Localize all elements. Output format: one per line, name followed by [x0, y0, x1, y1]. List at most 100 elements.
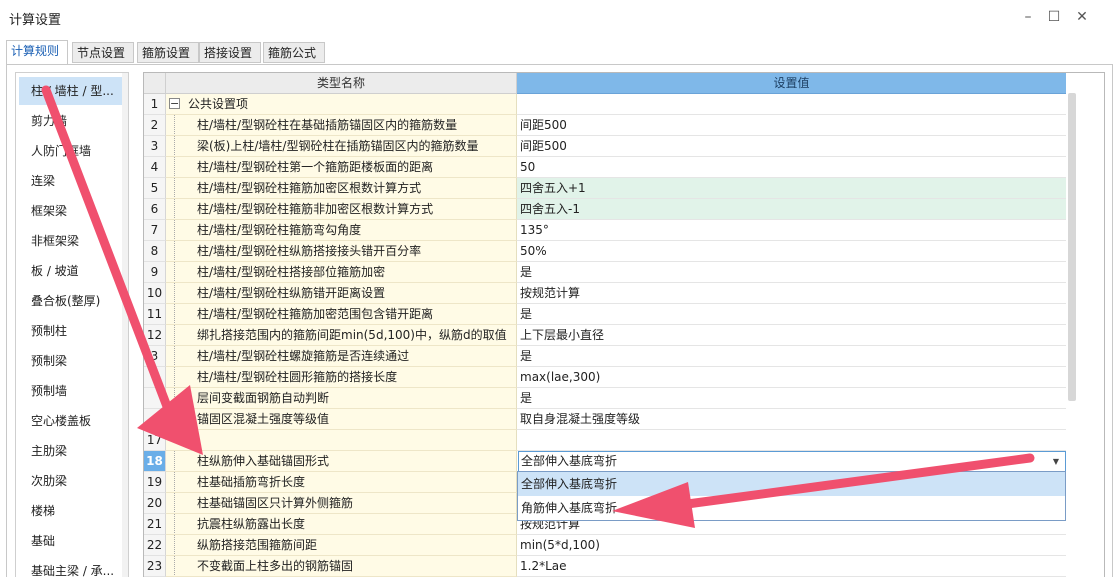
- nav-item-column[interactable]: 柱 / 墙柱 / 型...: [19, 77, 125, 105]
- row-value[interactable]: 是: [517, 388, 1066, 409]
- table-row[interactable]: 5 柱/墙柱/型钢砼柱箍筋加密区根数计算方式 四舍五入+1: [144, 178, 1066, 199]
- row-name-text: 纵筋搭接范围箍筋间距: [197, 538, 318, 552]
- nav-item-stair[interactable]: 楼梯: [19, 497, 125, 525]
- row-name: 柱: [166, 430, 517, 451]
- row-number: 9: [144, 262, 166, 283]
- row-name-text: 柱/墙柱/型钢砼柱箍筋加密区根数计算方式: [197, 181, 422, 195]
- anchorage-form-select[interactable]: 全部伸入基底弯折 ▼: [518, 451, 1066, 472]
- nav-item-non-frame-beam[interactable]: 非框架梁: [19, 227, 125, 255]
- table-row[interactable]: 2 柱/墙柱/型钢砼柱在基础插筋锚固区内的箍筋数量 间距500: [144, 115, 1066, 136]
- row-number: 12: [144, 325, 166, 346]
- tab-lap-settings[interactable]: 搭接设置: [199, 42, 261, 63]
- group-label: 公共设置项: [188, 97, 249, 111]
- table-row[interactable]: 8 柱/墙柱/型钢砼柱纵筋搭接接头错开百分率 50%: [144, 241, 1066, 262]
- row-value[interactable]: 50%: [517, 241, 1066, 262]
- nav-item-foundation[interactable]: 基础: [19, 527, 125, 555]
- row-name: 柱/墙柱/型钢砼柱箍筋加密范围包含错开距离: [166, 304, 517, 325]
- row-name: 锚固区混凝土强度等级值: [166, 409, 517, 430]
- table-row[interactable]: 3 梁(板)上柱/墙柱/型钢砼柱在插筋锚固区内的箍筋数量 间距500: [144, 136, 1066, 157]
- row-name-text: 绑扎搭接范围内的箍筋间距min(5d,100)中，纵筋d的取值: [197, 328, 507, 342]
- column-header-value[interactable]: 设置值: [517, 73, 1066, 94]
- tab-node-settings[interactable]: 节点设置: [72, 42, 134, 63]
- row-value[interactable]: 是: [517, 262, 1066, 283]
- nav-item-shear-wall[interactable]: 剪力墙: [19, 107, 125, 135]
- table-row[interactable]: 23 不变截面上柱多出的钢筋锚固 1.2*Lae: [144, 556, 1066, 577]
- nav-item-composite-slab[interactable]: 叠合板(整厚): [19, 287, 125, 315]
- title-bar: 计算设置 – ☐ ✕: [0, 0, 1119, 36]
- row-value[interactable]: 间距500: [517, 136, 1066, 157]
- row-number: 17: [144, 430, 166, 451]
- row-name-text: 柱/墙柱/型钢砼柱箍筋弯勾角度: [197, 223, 362, 237]
- row-value[interactable]: 上下层最小直径: [517, 325, 1066, 346]
- row-value[interactable]: 四舍五入+1: [517, 178, 1066, 199]
- row-value[interactable]: [517, 430, 1066, 451]
- row-number: [144, 388, 166, 409]
- row-value[interactable]: 四舍五入-1: [517, 199, 1066, 220]
- table-row[interactable]: 层间变截面钢筋自动判断 是: [144, 388, 1066, 409]
- table-row[interactable]: 锚固区混凝土强度等级值 取自身混凝土强度等级: [144, 409, 1066, 430]
- maximize-icon[interactable]: ☐: [1045, 8, 1063, 26]
- row-value[interactable]: max(lae,300): [517, 367, 1066, 388]
- anchorage-form-dropdown: 全部伸入基底弯折 角筋伸入基底弯折: [517, 471, 1066, 521]
- nav-item-precast-beam[interactable]: 预制梁: [19, 347, 125, 375]
- nav-item-foundation-main-beam[interactable]: 基础主梁 / 承...: [19, 557, 125, 577]
- row-value[interactable]: 50: [517, 157, 1066, 178]
- row-name-text: 柱/墙柱/型钢砼柱纵筋搭接接头错开百分率: [197, 244, 422, 258]
- row-name: 绑扎搭接范围内的箍筋间距min(5d,100)中，纵筋d的取值: [166, 325, 517, 346]
- row-value[interactable]: 间距500: [517, 115, 1066, 136]
- collapse-icon[interactable]: −: [169, 98, 180, 109]
- row-value[interactable]: 是: [517, 304, 1066, 325]
- row-name: 柱/墙柱/型钢砼柱螺旋箍筋是否连续通过: [166, 346, 517, 367]
- dropdown-option-corner-bent[interactable]: 角筋伸入基底弯折: [518, 496, 1065, 520]
- tab-stirrup-settings[interactable]: 箍筋设置: [137, 42, 199, 63]
- row-value[interactable]: 取自身混凝土强度等级: [517, 409, 1066, 430]
- table-row[interactable]: 柱/墙柱/型钢砼柱圆形箍筋的搭接长度 max(lae,300): [144, 367, 1066, 388]
- grid-scrollbar[interactable]: [1068, 93, 1076, 401]
- row-name-text: 不变截面上柱多出的钢筋锚固: [197, 559, 354, 573]
- tab-stirrup-formula[interactable]: 箍筋公式: [263, 42, 325, 63]
- nav-scrollbar[interactable]: [122, 73, 128, 577]
- nav-item-coupling-beam[interactable]: 连梁: [19, 167, 125, 195]
- table-row[interactable]: 11 柱/墙柱/型钢砼柱箍筋加密范围包含错开距离 是: [144, 304, 1066, 325]
- row-name: 柱/墙柱/型钢砼柱箍筋加密区根数计算方式: [166, 178, 517, 199]
- row-name: 柱/墙柱/型钢砼柱第一个箍筋距楼板面的距离: [166, 157, 517, 178]
- nav-item-civil-door-frame-wall[interactable]: 人防门框墙: [19, 137, 125, 165]
- nav-item-frame-beam[interactable]: 框架梁: [19, 197, 125, 225]
- row-number: 20: [144, 493, 166, 514]
- nav-item-precast-column[interactable]: 预制柱: [19, 317, 125, 345]
- minimize-icon[interactable]: –: [1019, 8, 1037, 26]
- row-value[interactable]: min(5*d,100): [517, 535, 1066, 556]
- table-row[interactable]: 10 柱/墙柱/型钢砼柱纵筋错开距离设置 按规范计算: [144, 283, 1066, 304]
- nav-item-main-rib-beam[interactable]: 主肋梁: [19, 437, 125, 465]
- nav-item-hollow-floor-slab[interactable]: 空心楼盖板: [19, 407, 125, 435]
- row-name: 柱/墙柱/型钢砼柱箍筋弯勾角度: [166, 220, 517, 241]
- table-row[interactable]: 6 柱/墙柱/型钢砼柱箍筋非加密区根数计算方式 四舍五入-1: [144, 199, 1066, 220]
- table-row[interactable]: 9 柱/墙柱/型钢砼柱搭接部位箍筋加密 是: [144, 262, 1066, 283]
- nav-item-secondary-rib-beam[interactable]: 次肋梁: [19, 467, 125, 495]
- row-value[interactable]: 135°: [517, 220, 1066, 241]
- table-row[interactable]: 4 柱/墙柱/型钢砼柱第一个箍筋距楼板面的距离 50: [144, 157, 1066, 178]
- table-row[interactable]: 17 柱: [144, 430, 1066, 451]
- table-row[interactable]: 1 − 公共设置项: [144, 94, 1066, 115]
- row-name-text: 柱/墙柱/型钢砼柱箍筋非加密区根数计算方式: [197, 202, 434, 216]
- row-value[interactable]: [517, 94, 1066, 115]
- chevron-down-icon[interactable]: ▼: [1053, 452, 1059, 471]
- nav-item-precast-wall[interactable]: 预制墙: [19, 377, 125, 405]
- table-row[interactable]: 3 柱/墙柱/型钢砼柱螺旋箍筋是否连续通过 是: [144, 346, 1066, 367]
- row-name-text: 柱基础插筋弯折长度: [197, 475, 306, 489]
- table-row[interactable]: 7 柱/墙柱/型钢砼柱箍筋弯勾角度 135°: [144, 220, 1066, 241]
- row-number: 10: [144, 283, 166, 304]
- row-number: 18: [144, 451, 166, 472]
- row-value[interactable]: 是: [517, 346, 1066, 367]
- dropdown-option-all-bent[interactable]: 全部伸入基底弯折: [518, 472, 1065, 496]
- table-row[interactable]: 22 纵筋搭接范围箍筋间距 min(5*d,100): [144, 535, 1066, 556]
- nav-item-slab-ramp[interactable]: 板 / 坡道: [19, 257, 125, 285]
- row-value[interactable]: 按规范计算: [517, 283, 1066, 304]
- column-header-name[interactable]: 类型名称: [166, 73, 517, 94]
- table-row-selected[interactable]: 18 柱纵筋伸入基础锚固形式 全部伸入基底弯折 ▼: [144, 451, 1066, 472]
- row-value[interactable]: 1.2*Lae: [517, 556, 1066, 577]
- table-row[interactable]: 12 绑扎搭接范围内的箍筋间距min(5d,100)中，纵筋d的取值 上下层最小…: [144, 325, 1066, 346]
- row-name: 柱纵筋伸入基础锚固形式: [166, 451, 517, 472]
- tab-calc-rules[interactable]: 计算规则: [6, 40, 68, 65]
- close-icon[interactable]: ✕: [1073, 8, 1091, 26]
